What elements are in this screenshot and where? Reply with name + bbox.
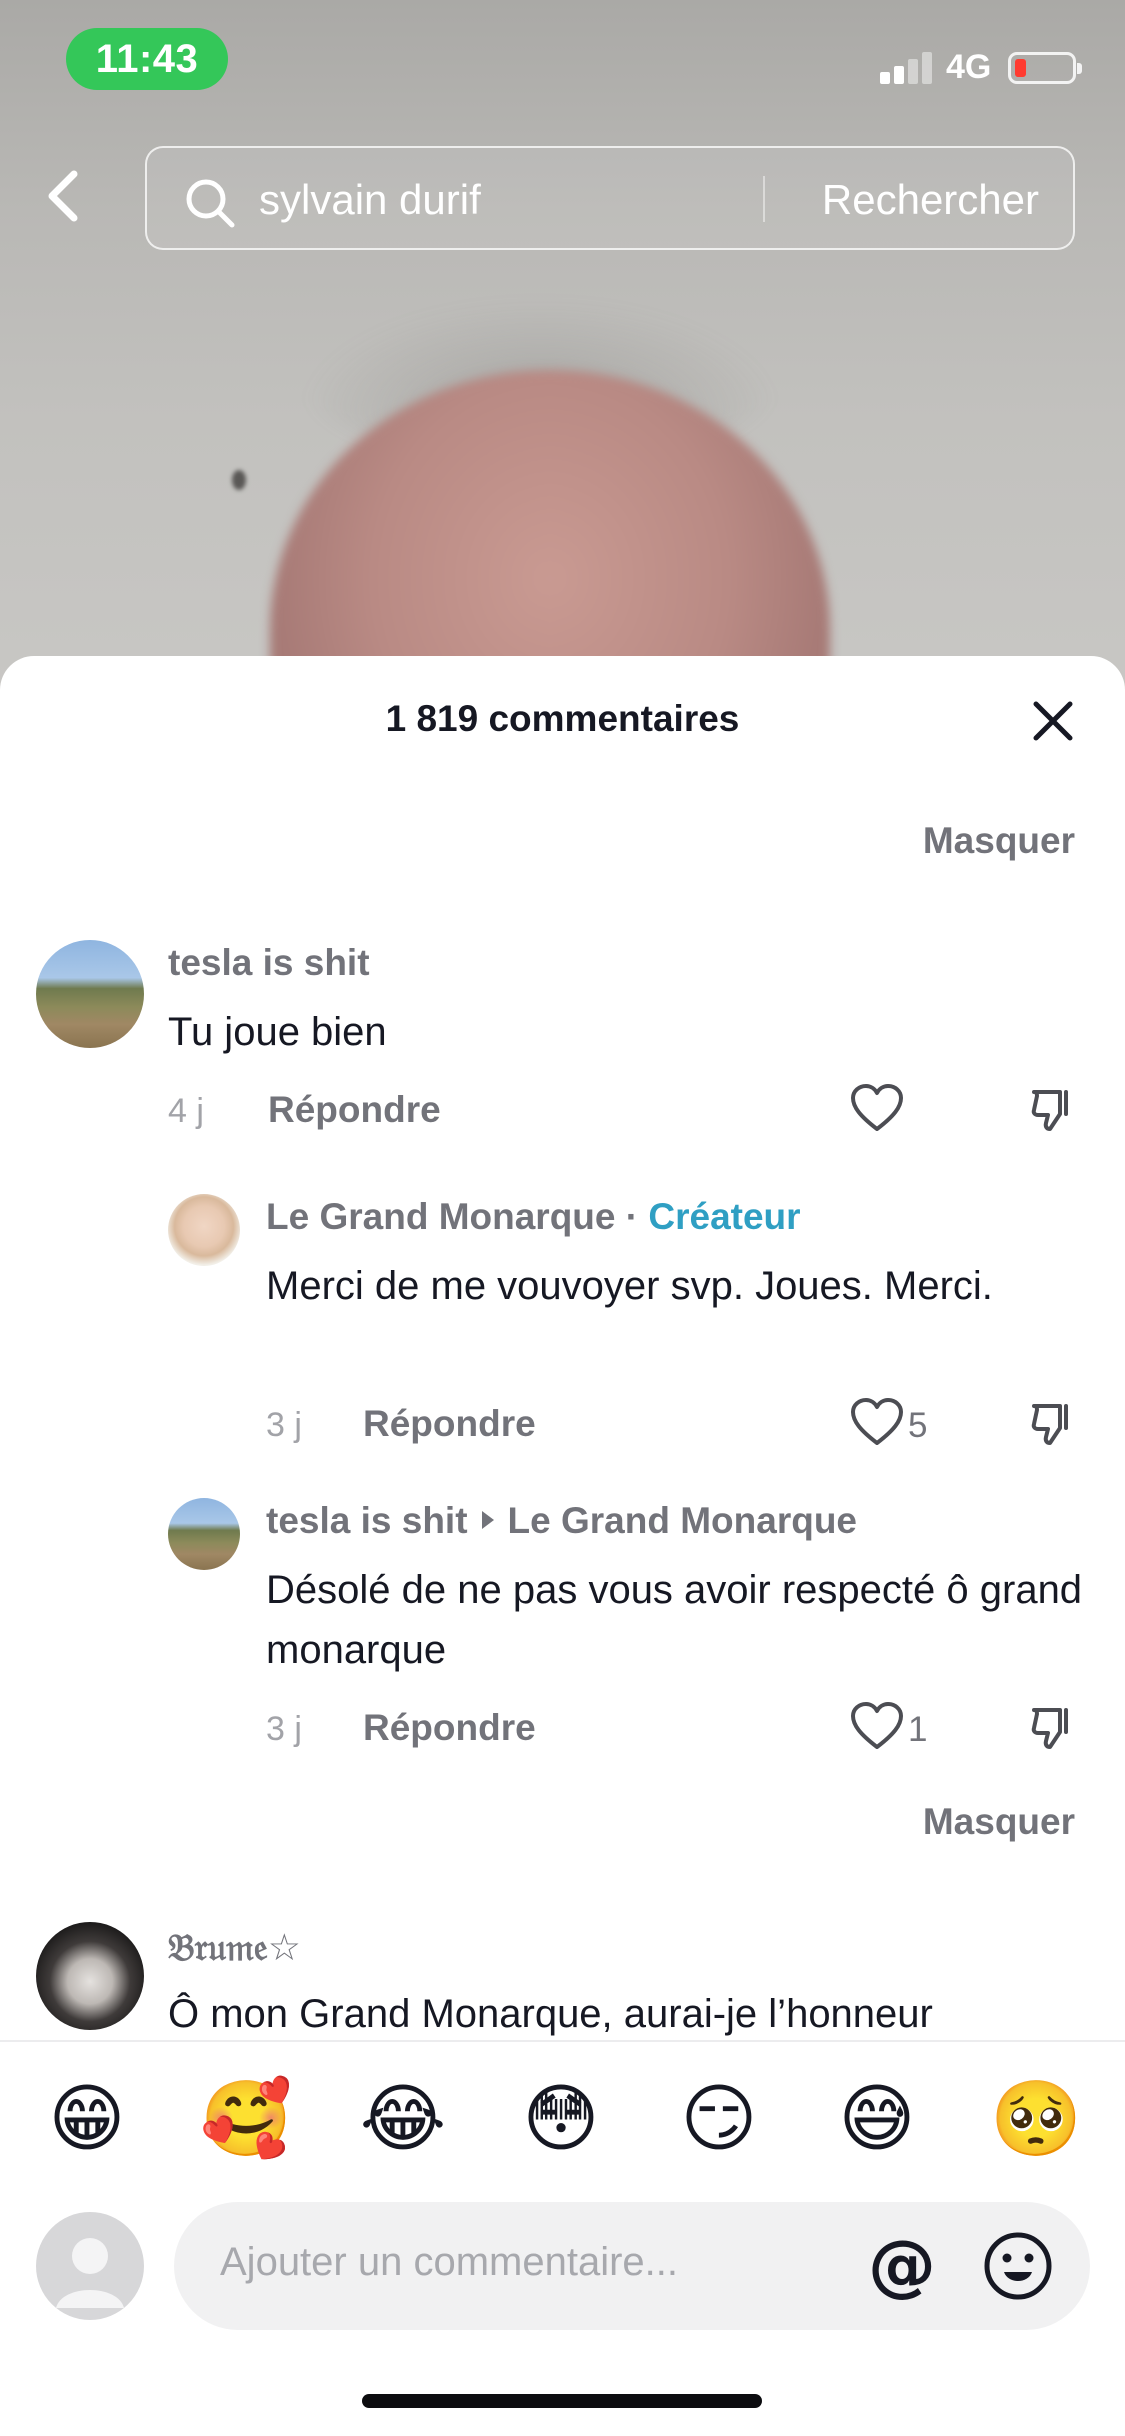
reply-button[interactable]: Répondre — [268, 1089, 441, 1131]
comment-author[interactable]: 𝔅𝔯𝔲𝔪𝔢☆ — [168, 1926, 301, 1970]
hide-replies-link[interactable]: Masquer — [923, 820, 1075, 862]
default-user-icon — [56, 2238, 124, 2308]
hide-replies-link[interactable]: Masquer — [923, 1801, 1075, 1843]
avatar[interactable] — [168, 1194, 240, 1266]
reply-button[interactable]: Répondre — [363, 1707, 536, 1749]
close-comments-button[interactable] — [1030, 698, 1076, 744]
avatar[interactable] — [36, 2212, 144, 2320]
comment-placeholder: Ajouter un commentaire... — [220, 2240, 678, 2284]
chevron-left-icon — [48, 170, 78, 222]
emoji-option[interactable]: 😁 — [42, 2074, 132, 2164]
cellular-signal-icon — [880, 50, 934, 84]
back-button[interactable] — [40, 160, 90, 230]
comment-author[interactable]: tesla is shit — [266, 1500, 468, 1541]
emoji-face-icon[interactable] — [980, 2228, 1056, 2304]
home-indicator[interactable] — [362, 2394, 762, 2408]
comment-date: 3 j — [266, 1406, 302, 1444]
comment-author[interactable]: Le Grand Monarque — [266, 1196, 615, 1237]
emoji-option[interactable]: 🥰 — [200, 2074, 292, 2164]
comment-author-line[interactable]: Le Grand Monarque · Créateur — [266, 1196, 801, 1238]
emoji-option[interactable]: 😏 — [674, 2074, 764, 2164]
network-type: 4G — [946, 48, 992, 86]
comment-author-line[interactable]: tesla is shit Le Grand Monarque — [266, 1500, 857, 1542]
creator-badge: Créateur — [648, 1196, 801, 1237]
search-input[interactable]: sylvain durif — [259, 174, 879, 226]
status-time: 11:43 — [66, 28, 228, 90]
status-bar: 11:43 4G — [0, 0, 1125, 120]
thumbs-down-icon[interactable] — [1030, 1400, 1076, 1446]
like-count: 1 — [908, 1710, 928, 1749]
heart-icon[interactable] — [850, 1702, 904, 1750]
search-icon — [186, 179, 235, 228]
comment-text: Merci de me vouvoyer svp. Joues. Merci. — [266, 1264, 993, 1308]
mention-button[interactable]: @ — [864, 2228, 940, 2304]
comment-date: 3 j — [266, 1710, 302, 1748]
video-wall-spot — [232, 470, 246, 490]
search-bar[interactable]: sylvain durif Rechercher — [145, 146, 1075, 250]
thumbs-down-icon[interactable] — [1030, 1086, 1076, 1132]
comments-count-title: 1 819 commentaires — [385, 698, 740, 739]
emoji-option[interactable]: 😂 — [358, 2074, 448, 2164]
emoji-option[interactable]: 😳 — [516, 2074, 606, 2164]
comment-text: Ô mon Grand Monarque, aurai-je l’honneur — [168, 1992, 933, 2036]
like-count: 5 — [908, 1406, 928, 1445]
avatar[interactable] — [168, 1498, 240, 1570]
reply-to-author[interactable]: Le Grand Monarque — [508, 1500, 857, 1541]
heart-icon[interactable] — [850, 1398, 904, 1446]
comment-input[interactable]: Ajouter un commentaire... @ — [174, 2202, 1090, 2330]
avatar[interactable] — [36, 940, 144, 1048]
search-divider — [763, 176, 765, 222]
reply-to-arrow-icon — [481, 1511, 494, 1530]
close-icon — [1033, 701, 1073, 741]
comment-text: Désolé de ne pas vous avoir respecté ô g… — [266, 1568, 1083, 1672]
reply-button[interactable]: Répondre — [363, 1403, 536, 1445]
heart-icon[interactable] — [850, 1084, 904, 1132]
emoji-option[interactable]: 😅 — [832, 2074, 922, 2164]
comment-author[interactable]: tesla is shit — [168, 942, 370, 984]
search-submit-button[interactable]: Rechercher — [822, 172, 1039, 228]
avatar[interactable] — [36, 1922, 144, 2030]
emoji-quick-bar: 😁 🥰 😂 😳 😏 😅 🥺 — [0, 2040, 1125, 2190]
emoji-option[interactable]: 🥺 — [990, 2074, 1082, 2164]
comment-text: Tu joue bien — [168, 1010, 387, 1054]
battery-icon — [1008, 52, 1082, 84]
comment-composer: Ajouter un commentaire... @ — [0, 2190, 1125, 2340]
thumbs-down-icon[interactable] — [1030, 1704, 1076, 1750]
comment-date: 4 j — [168, 1092, 204, 1130]
